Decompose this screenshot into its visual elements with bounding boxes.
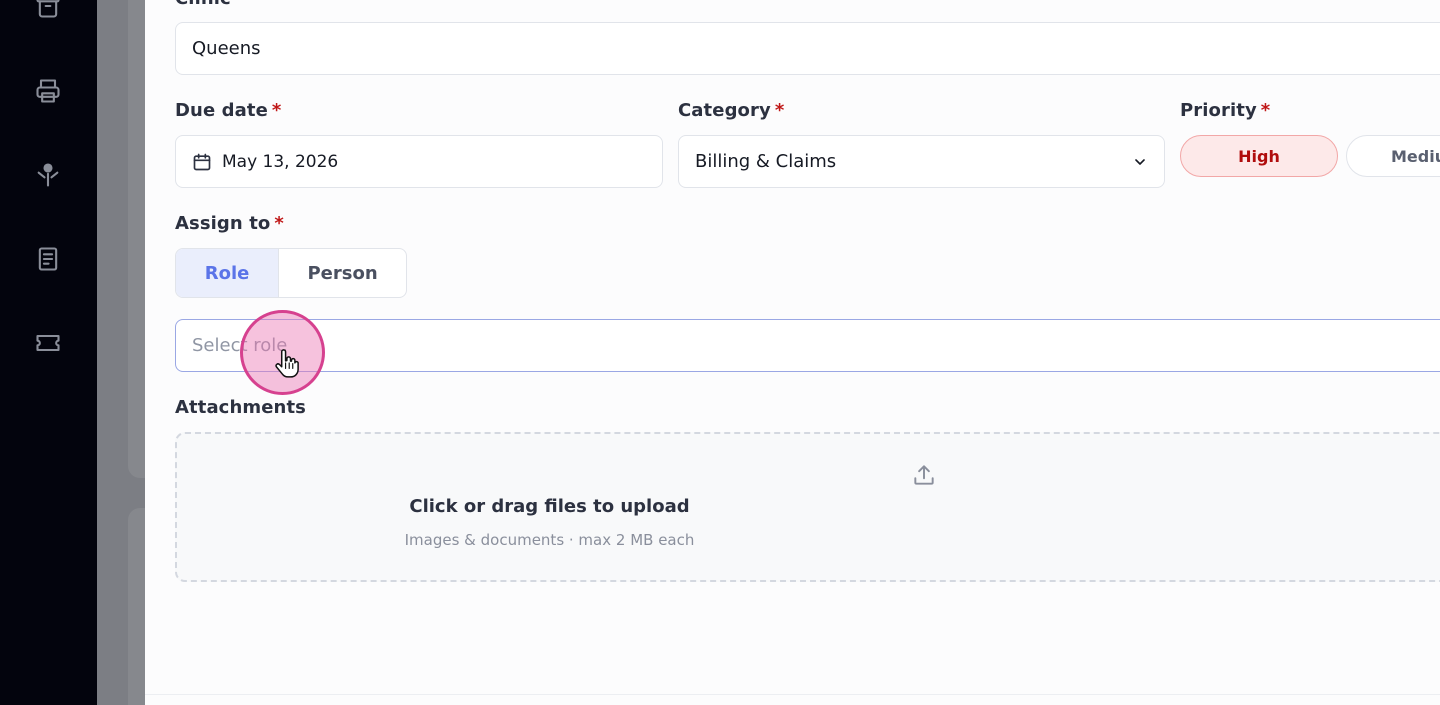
due-date-label-text: Due date (175, 100, 268, 121)
assign-to-label: Assign to * (175, 213, 284, 234)
priority-label: Priority * (1180, 100, 1270, 121)
required-mark: * (1260, 100, 1271, 121)
ticket-icon[interactable] (34, 329, 62, 357)
calendar-icon (192, 152, 212, 172)
assign-role-label: Role (204, 262, 250, 284)
priority-high-option[interactable]: High (1180, 135, 1338, 177)
file-dropzone[interactable]: Click or drag files to upload Images & d… (175, 432, 1440, 582)
upload-title: Click or drag files to upload (409, 496, 690, 517)
modal-backdrop (97, 0, 148, 705)
assign-person-tab[interactable]: Person (279, 249, 406, 297)
assign-person-label: Person (307, 262, 378, 284)
panel-footer-divider (145, 694, 1440, 695)
clinic-label: Clinic (175, 0, 231, 9)
category-label: Category * (678, 100, 784, 121)
due-date-value: May 13, 2026 (222, 151, 339, 172)
chevron-down-icon (1132, 154, 1148, 170)
app-sidebar (0, 0, 97, 705)
priority-medium-option[interactable]: Mediu (1346, 135, 1440, 177)
hand-cursor-icon (273, 348, 299, 378)
priority-high-label: High (1238, 146, 1280, 166)
attachments-label-text: Attachments (175, 397, 306, 418)
category-select[interactable]: Billing & Claims (678, 135, 1165, 188)
required-mark: * (774, 100, 785, 121)
due-date-field[interactable]: May 13, 2026 (175, 135, 663, 188)
category-value: Billing & Claims (695, 151, 837, 172)
assign-mode-toggle: Role Person (175, 248, 407, 298)
attachments-label: Attachments (175, 397, 306, 418)
clinic-value: Queens (192, 38, 261, 59)
role-select[interactable]: Select role (175, 319, 1440, 372)
clinic-field[interactable]: Queens (175, 22, 1440, 75)
document-icon[interactable] (34, 245, 62, 273)
printer-icon[interactable] (34, 77, 62, 105)
assign-role-tab[interactable]: Role (176, 249, 280, 297)
priority-medium-label: Mediu (1391, 146, 1440, 166)
upload-icon (911, 462, 937, 488)
required-mark: * (271, 100, 282, 121)
category-label-text: Category (678, 100, 771, 121)
clinic-label-text: Clinic (175, 0, 231, 9)
assign-to-label-text: Assign to (175, 213, 271, 234)
priority-label-text: Priority (1180, 100, 1257, 121)
upload-hint: Images & documents · max 2 MB each (404, 531, 695, 549)
user-pin-icon[interactable] (34, 161, 62, 189)
due-date-label: Due date * (175, 100, 281, 121)
archive-icon[interactable] (34, 0, 62, 20)
required-mark: * (274, 213, 284, 234)
